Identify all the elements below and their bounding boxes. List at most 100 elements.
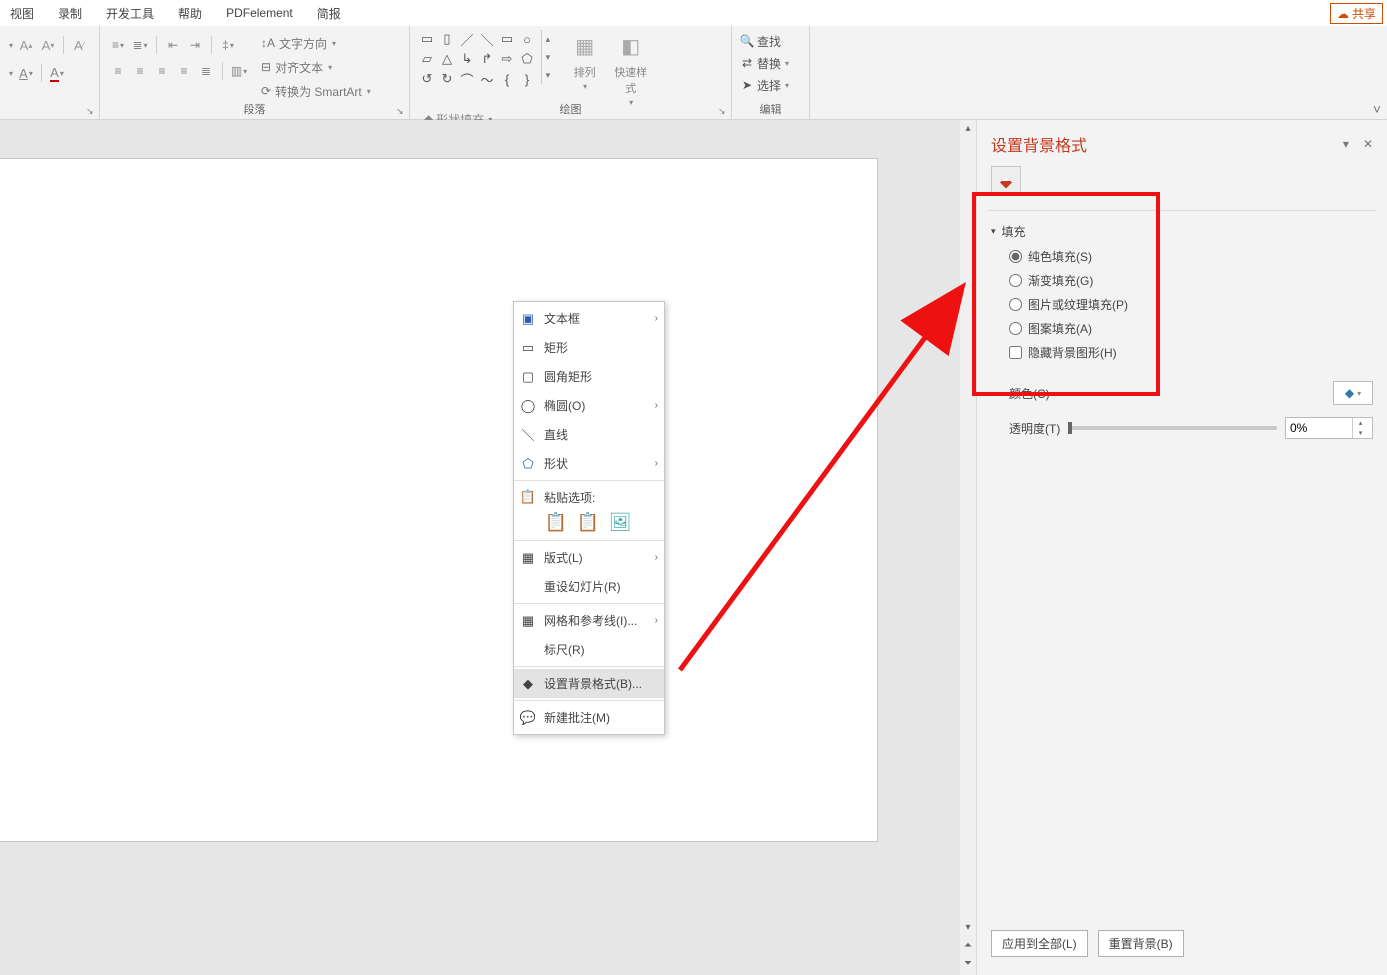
slide-region	[0, 120, 960, 975]
line-spacing-button[interactable]: ‡▾	[218, 35, 238, 55]
paint-icon: ◆	[1345, 386, 1354, 400]
fontsize-dd-icon[interactable]: ▾	[9, 69, 13, 78]
gradient-fill-radio[interactable]: 渐变填充(G)	[1009, 272, 1373, 289]
reset-background-button[interactable]: 重置背景(B)	[1098, 930, 1184, 957]
cm-ellipse[interactable]: ◯椭圆(O)›	[514, 391, 664, 420]
draw-dialog-launcher[interactable]: ↘	[718, 106, 728, 116]
prev-slide-button[interactable]: ⏶	[960, 937, 976, 953]
menu-record[interactable]: 录制	[58, 5, 82, 22]
cm-new-comment[interactable]: 💬新建批注(M)	[514, 703, 664, 732]
hide-bg-graphics-checkbox[interactable]: 隐藏背景图形(H)	[1009, 344, 1373, 361]
paste-dest-theme-button[interactable]: 📋	[544, 510, 568, 534]
clipboard-icon: 📋	[520, 489, 536, 505]
cm-shapes[interactable]: ⬠形状›	[514, 449, 664, 478]
pane-close-button[interactable]: ✕	[1363, 137, 1373, 151]
fill-section-header[interactable]: ▾ 填充	[991, 223, 1373, 240]
quick-styles-button[interactable]: ◧ 快速样式▾	[611, 30, 651, 108]
cm-ruler[interactable]: 标尺(R)	[514, 635, 664, 664]
font-dialog-launcher[interactable]: ↘	[86, 106, 96, 116]
menu-brief[interactable]: 简报	[317, 5, 341, 22]
highlight-color-button[interactable]: A▾	[17, 64, 35, 82]
increase-font-button[interactable]: A▴	[17, 36, 35, 54]
textbox-icon: ▣	[520, 311, 536, 327]
color-label: 颜色(C)	[1009, 385, 1050, 402]
clear-formatting-button[interactable]: A⁄	[70, 36, 88, 54]
replace-button[interactable]: ⇄替换▾	[740, 52, 801, 74]
menu-bar: 视图 录制 开发工具 帮助 PDFelement 简报 ☁ 共享	[0, 0, 1387, 26]
find-button[interactable]: 🔍查找	[740, 30, 801, 52]
shapes-scroll-up[interactable]: ▴	[541, 30, 553, 48]
convert-smartart-button[interactable]: ⟳转换为 SmartArt▾	[261, 80, 371, 102]
select-button[interactable]: ➤选择▾	[740, 74, 801, 96]
cm-grid-guides[interactable]: ▦网格和参考线(I)...›	[514, 606, 664, 635]
transparency-label: 透明度(T)	[1009, 420, 1060, 437]
text-direction-icon: ↕A	[261, 36, 275, 50]
cm-textbox[interactable]: ▣文本框›	[514, 304, 664, 333]
menu-help[interactable]: 帮助	[178, 5, 202, 22]
transparency-input[interactable]	[1286, 421, 1352, 435]
align-text-button[interactable]: ⊟对齐文本▾	[261, 56, 371, 78]
font-color-button[interactable]: A▾	[48, 64, 66, 82]
spin-up[interactable]: ▴	[1353, 418, 1368, 428]
shapes-gallery[interactable]: ▭▯／＼▭○ ▱△↳↱⇨⬠ ↺↻⌒～{}	[418, 30, 536, 88]
text-direction-button[interactable]: ↕A文字方向▾	[261, 32, 371, 54]
numbering-button[interactable]: ≣▾	[130, 35, 150, 55]
arrange-icon: ▦	[569, 30, 601, 62]
cm-reset-slide[interactable]: 重设幻灯片(R)	[514, 572, 664, 601]
paste-keep-source-button[interactable]: 📋	[576, 510, 600, 534]
spin-down[interactable]: ▾	[1353, 428, 1368, 438]
transparency-slider[interactable]	[1068, 426, 1277, 430]
paint-bucket-icon	[997, 172, 1015, 190]
scroll-down-button[interactable]: ▾	[960, 919, 976, 935]
pane-options-button[interactable]: ▾	[1343, 137, 1349, 151]
pattern-fill-radio[interactable]: 图案填充(A)	[1009, 320, 1373, 337]
paste-picture-button[interactable]: 🖼	[608, 510, 632, 534]
main-area: ▴ ▾ ⏶ ⏷ 设置背景格式 ▾ ✕ ▾ 填充 纯色填充(S) 渐变填充(G) …	[0, 120, 1387, 975]
vertical-scrollbar[interactable]: ▴ ▾ ⏶ ⏷	[960, 120, 976, 975]
menu-pdfelement[interactable]: PDFelement	[226, 6, 293, 20]
solid-fill-radio[interactable]: 纯色填充(S)	[1009, 248, 1373, 265]
slide-canvas[interactable]	[0, 158, 878, 842]
justify-button[interactable]: ≡	[174, 61, 194, 81]
menu-view[interactable]: 视图	[10, 5, 34, 22]
ribbon-group-paragraph: ≡▾ ≣▾ ⇤ ⇥ ‡▾ ≡ ≡ ≡ ≡ ≣ ▥▾	[100, 26, 410, 119]
collapse-ribbon-button[interactable]: ˅	[1373, 101, 1381, 117]
rounded-rect-icon: ▢	[520, 369, 536, 385]
cm-format-background[interactable]: ◆设置背景格式(B)...	[514, 669, 664, 698]
align-left-button[interactable]: ≡	[108, 61, 128, 81]
apply-all-button[interactable]: 应用到全部(L)	[991, 930, 1088, 957]
paragraph-group-label: 段落	[100, 101, 409, 117]
line-icon: ＼	[520, 427, 536, 443]
align-right-button[interactable]: ≡	[152, 61, 172, 81]
paragraph-dialog-launcher[interactable]: ↘	[396, 106, 406, 116]
next-slide-button[interactable]: ⏷	[960, 955, 976, 971]
ribbon-group-font: ▾ A▴ A▾ A⁄ ▾ A▾ A▾ ↘	[0, 26, 100, 119]
bullets-button[interactable]: ≡▾	[108, 35, 128, 55]
font-dd-icon[interactable]: ▾	[9, 41, 13, 50]
align-center-button[interactable]: ≡	[130, 61, 150, 81]
menu-devtools[interactable]: 开发工具	[106, 5, 154, 22]
smartart-icon: ⟳	[261, 84, 271, 98]
columns-button[interactable]: ▥▾	[229, 61, 249, 81]
shapes-more[interactable]: ▾	[541, 66, 553, 84]
cm-line[interactable]: ＼直线	[514, 420, 664, 449]
shapes-scroll-down[interactable]: ▾	[541, 48, 553, 66]
color-picker-button[interactable]: ◆▾	[1333, 381, 1373, 405]
cm-rounded-rect[interactable]: ▢圆角矩形	[514, 362, 664, 391]
scroll-up-button[interactable]: ▴	[960, 120, 976, 136]
arrange-button[interactable]: ▦ 排列▾	[565, 30, 605, 108]
share-button[interactable]: ☁ 共享	[1330, 3, 1383, 24]
distribute-button[interactable]: ≣	[196, 61, 216, 81]
increase-indent-button[interactable]: ⇥	[185, 35, 205, 55]
ribbon: ▾ A▴ A▾ A⁄ ▾ A▾ A▾ ↘ ≡▾ ≣▾ ⇤ ⇥	[0, 26, 1387, 120]
grid-icon: ▦	[520, 613, 536, 629]
draw-group-label: 绘图	[410, 101, 731, 117]
rectangle-icon: ▭	[520, 340, 536, 356]
cm-rectangle[interactable]: ▭矩形	[514, 333, 664, 362]
fill-tab-button[interactable]	[991, 166, 1021, 196]
decrease-font-button[interactable]: A▾	[39, 36, 57, 54]
decrease-indent-button[interactable]: ⇤	[163, 35, 183, 55]
picture-fill-radio[interactable]: 图片或纹理填充(P)	[1009, 296, 1373, 313]
transparency-spinner[interactable]: ▴▾	[1285, 417, 1373, 439]
cm-layout[interactable]: ▦版式(L)›	[514, 543, 664, 572]
